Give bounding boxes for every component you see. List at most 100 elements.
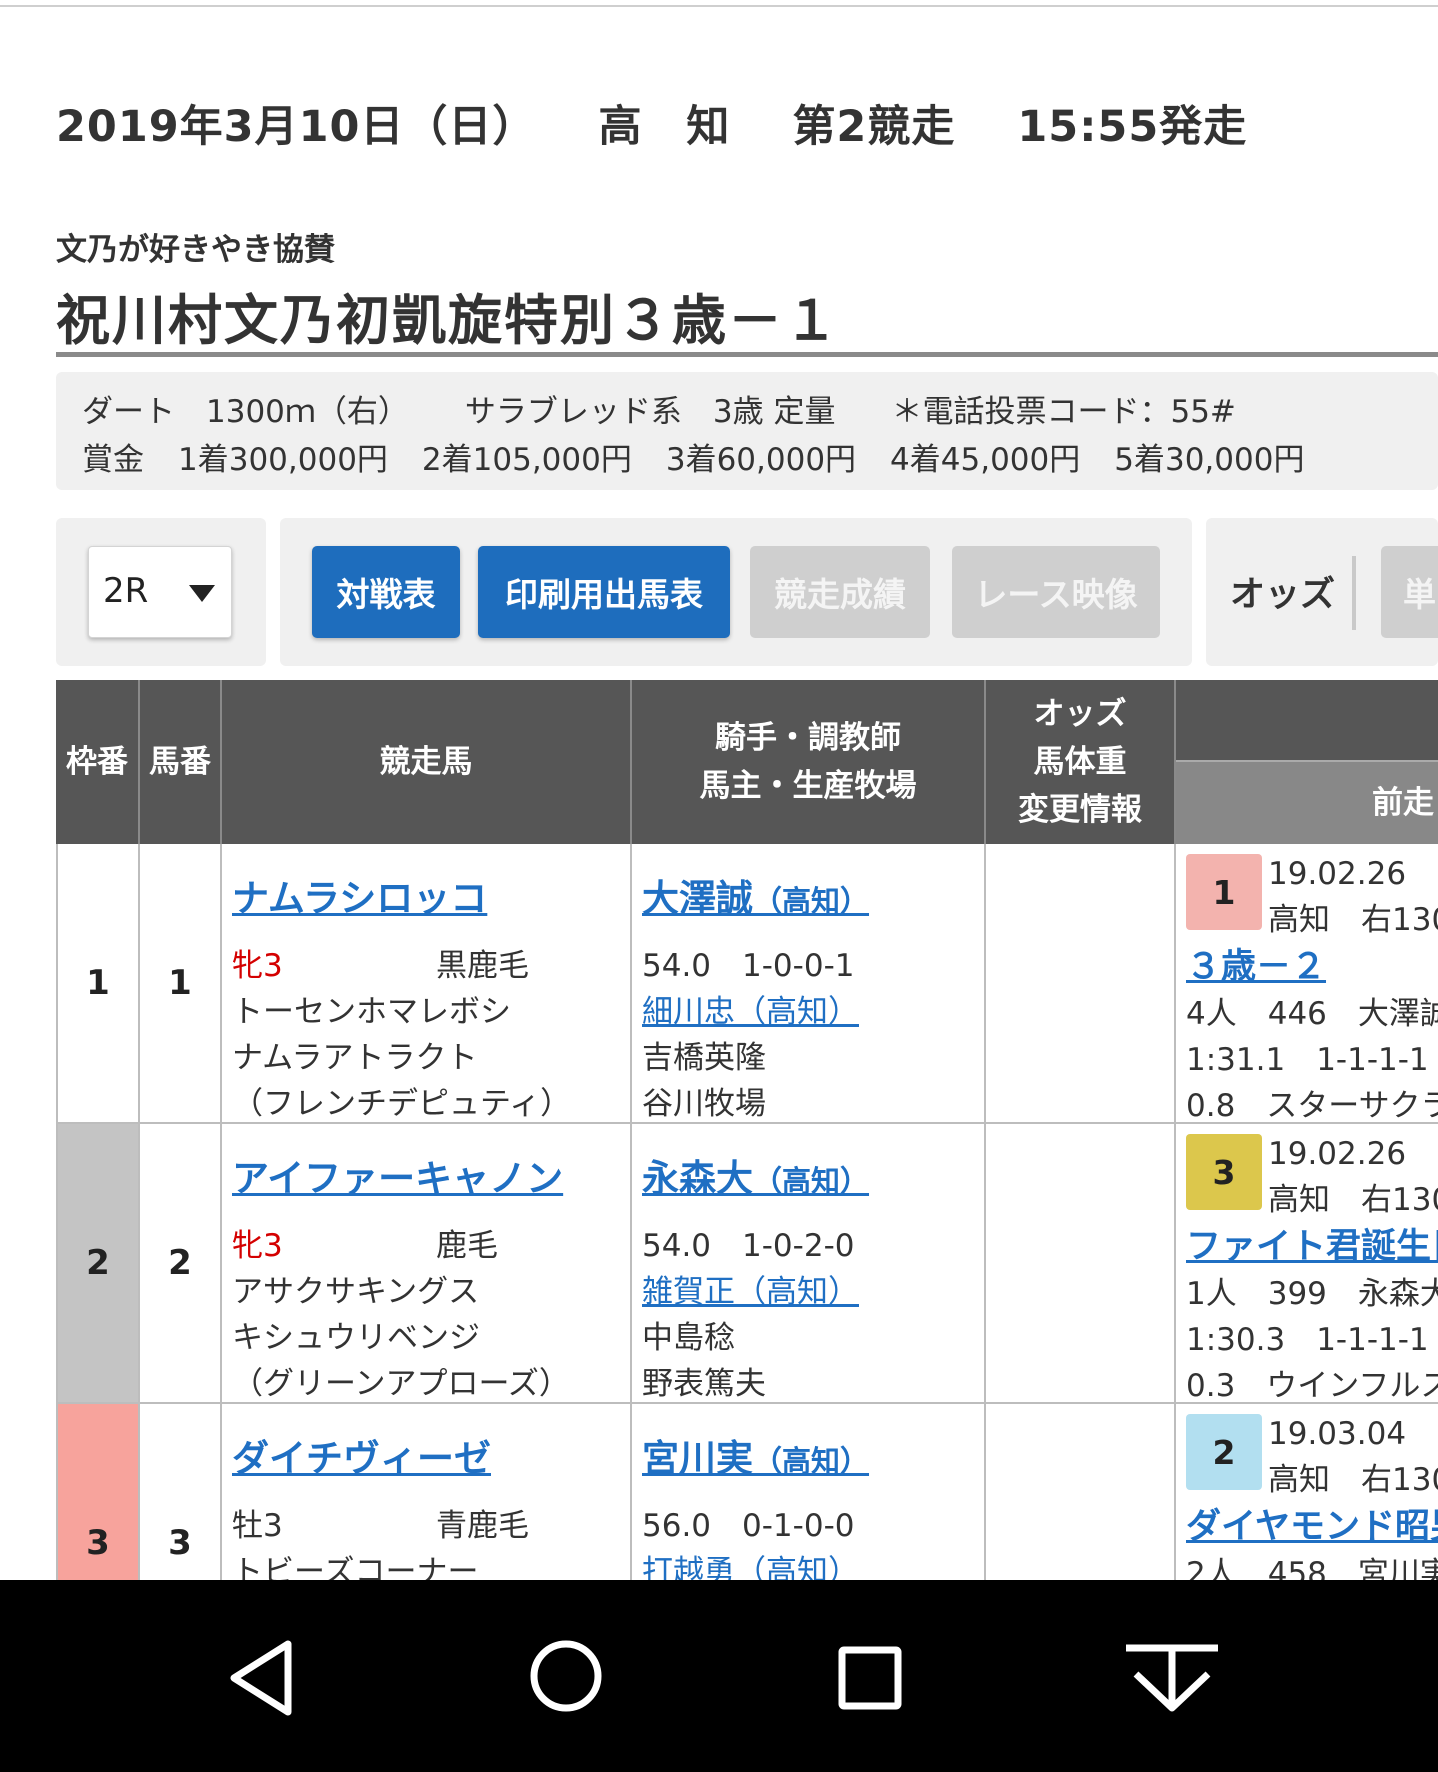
prev-date: 19.02.26 重 — [1268, 856, 1438, 892]
trainer-link[interactable]: 雑賀正（高知） — [642, 1266, 859, 1311]
race-venue: 高 知 — [598, 102, 731, 152]
jockey-name: 永森大 — [642, 1157, 753, 1200]
prev-date: 19.02.26 重 — [1268, 1136, 1438, 1172]
header-jockey: 騎手・調教師 馬主・生産牧場 — [632, 680, 986, 844]
jockey-cell: 大澤誠（高知） 54.0 1-0-0-1 細川忠（高知） 吉橋英隆 谷川牧場 — [632, 844, 986, 1124]
prev-time: 1:31.1 1-1-1-1 — [1186, 1042, 1429, 1078]
sex-age: 牡3 — [232, 1508, 283, 1544]
prev-course: 高知 右130 — [1268, 902, 1438, 938]
prev-race-cell: 119.02.26 重高知 右130３歳－２ 4人 446 大澤誠 1:31.1 1… — [1176, 844, 1438, 1124]
jockey-affiliation: （高知） — [753, 1164, 870, 1198]
header-horse: 競走馬 — [222, 680, 632, 844]
horse-cell: アイファーキャノン 牝3 鹿毛 アサクサキングス キシュウリベンジ （グリーンアプローズ） — [222, 1124, 632, 1404]
post-time: 15:55発走 — [1017, 102, 1248, 152]
back-icon[interactable] — [226, 1638, 298, 1718]
prize-2nd: 2着105,000円 — [421, 442, 632, 478]
header-prev-race: 前走 — [1176, 760, 1438, 844]
title-underline — [56, 352, 1438, 357]
race-video-button[interactable]: レース映像 — [952, 546, 1160, 638]
header-prev-group — [1176, 680, 1438, 760]
top-divider — [0, 5, 1438, 7]
owner: 吉橋英隆 — [642, 1040, 766, 1076]
prev-race-link[interactable]: ３歳－２ — [1186, 938, 1326, 989]
keyboard-hide-icon[interactable] — [1122, 1640, 1222, 1714]
frame-number-cell: 2 — [56, 1124, 140, 1404]
jockey-name-link[interactable]: 永森大（高知） — [642, 1148, 869, 1202]
race-sponsor: 文乃が好きやき協賛 — [56, 232, 335, 268]
prize-label: 賞金 — [82, 442, 144, 478]
prev-time: 1:30.3 1-1-1-1 — [1186, 1322, 1429, 1358]
dam: キシュウリベンジ — [232, 1320, 480, 1356]
frame-number-cell: 1 — [56, 844, 140, 1124]
header-body-weight: 馬体重 — [1033, 744, 1127, 780]
jockey-affiliation: （高知） — [753, 1444, 870, 1478]
prize-1st: 1着300,000円 — [178, 442, 388, 478]
win-odds-button[interactable]: 単 — [1381, 546, 1438, 638]
dam-sire: （グリーンアプローズ） — [232, 1366, 570, 1402]
race-conditions: サラブレッド系 3歳 定量 — [464, 394, 836, 430]
dam-sire: （フレンチデピュティ） — [232, 1086, 572, 1122]
odds-cell — [986, 1124, 1176, 1404]
race-title: 祝川村文乃初凱旋特別３歳－１ — [56, 289, 840, 352]
breeder: 野表篤夫 — [642, 1366, 766, 1402]
prev-finish-badge: 1 — [1186, 854, 1262, 930]
owner: 中島稔 — [642, 1320, 735, 1356]
prize-3rd: 3着60,000円 — [665, 442, 857, 478]
matchup-button[interactable]: 対戦表 — [312, 546, 460, 638]
odds-divider — [1352, 556, 1356, 630]
prev-popularity: 1人 399 永森大 — [1186, 1276, 1438, 1312]
horse-cell: ナムラシロッコ牝3 黒鹿毛トーセンホマレボシ ナムラアトラクト （フレンチデピュティ） — [222, 844, 632, 1124]
breeder: 谷川牧場 — [642, 1086, 766, 1122]
prev-course: 高知 右130 — [1268, 1462, 1438, 1498]
sex-age: 牝3 — [232, 948, 283, 984]
odds-cell — [986, 844, 1176, 1124]
race-select-value: 2R — [103, 571, 149, 611]
jockey-name-link[interactable]: 大澤誠（高知） — [642, 868, 869, 922]
race-info-box: ダート 1300ｍ（右） サラブレッド系 3歳 定量 ＊電話投票コード：55# 賞金… — [56, 372, 1438, 490]
header-owner-breeder: 馬主・生産牧場 — [699, 768, 917, 804]
horse-name-link[interactable]: ダイチヴィーゼ — [232, 1428, 491, 1482]
home-icon[interactable] — [528, 1638, 604, 1714]
trainer-link[interactable]: 細川忠（高知） — [642, 986, 859, 1031]
header-frame: 枠番 — [56, 680, 140, 844]
course-info: ダート 1300ｍ（右） — [82, 394, 409, 430]
prev-course: 高知 右130 — [1268, 1182, 1438, 1218]
print-entries-button[interactable]: 印刷用出馬表 — [478, 546, 730, 638]
jockey-affiliation: （高知） — [753, 884, 870, 918]
prev-margin: 0.3 ウインフルス — [1186, 1368, 1438, 1404]
race-date: 2019年3月10日（日） — [56, 102, 537, 152]
weight-record: 56.0 0-1-0-0 — [642, 1508, 855, 1544]
prev-race-link[interactable]: ファイト君誕生日 — [1186, 1218, 1438, 1269]
header-odds-label: オッズ — [1033, 696, 1127, 732]
horse-name-link[interactable]: ナムラシロッコ — [232, 868, 487, 922]
header-odds: オッズ 馬体重 変更情報 — [986, 680, 1176, 844]
race-conditions-row: ダート 1300ｍ（右） サラブレッド系 3歳 定量 ＊電話投票コード：55# — [82, 386, 1292, 431]
odds-label: オッズ — [1230, 575, 1336, 615]
horse-number-cell: 2 — [140, 1124, 222, 1404]
recent-apps-icon[interactable] — [838, 1646, 902, 1710]
jockey-name: 宮川実 — [642, 1437, 753, 1480]
prize-5th: 5着30,000円 — [1114, 442, 1305, 478]
prev-race-cell: 319.02.26 重高知 右130ファイト君誕生日 1人 399 永森大 1:30… — [1176, 1124, 1438, 1404]
phone-code: ＊電話投票コード：55# — [891, 394, 1236, 430]
race-select-dropdown[interactable]: 2R — [88, 546, 232, 638]
coat-color: 黒鹿毛 — [436, 948, 529, 984]
race-results-button[interactable]: 競走成績 — [750, 546, 930, 638]
header-jockey-trainer: 騎手・調教師 — [715, 720, 901, 756]
prev-race-link[interactable]: ダイヤモンド昭男 — [1186, 1498, 1438, 1549]
prev-finish-badge: 3 — [1186, 1134, 1262, 1210]
horse-name-link[interactable]: アイファーキャノン — [232, 1148, 563, 1202]
jockey-name-link[interactable]: 宮川実（高知） — [642, 1428, 869, 1482]
race-number: 第2競走 — [792, 102, 956, 152]
header-number: 馬番 — [140, 680, 222, 844]
horse-number-cell: 1 — [140, 844, 222, 1124]
dam: ナムラアトラクト — [232, 1040, 478, 1076]
dropdown-caret-icon — [189, 585, 215, 602]
prev-popularity: 4人 446 大澤誠 — [1186, 996, 1438, 1032]
coat-color: 青鹿毛 — [436, 1508, 529, 1544]
jockey-name: 大澤誠 — [642, 877, 753, 920]
coat-color: 鹿毛 — [436, 1228, 498, 1264]
android-nav-bar — [0, 1580, 1438, 1772]
sire: トーセンホマレボシ — [232, 994, 511, 1030]
weight-record: 54.0 1-0-2-0 — [642, 1228, 855, 1264]
